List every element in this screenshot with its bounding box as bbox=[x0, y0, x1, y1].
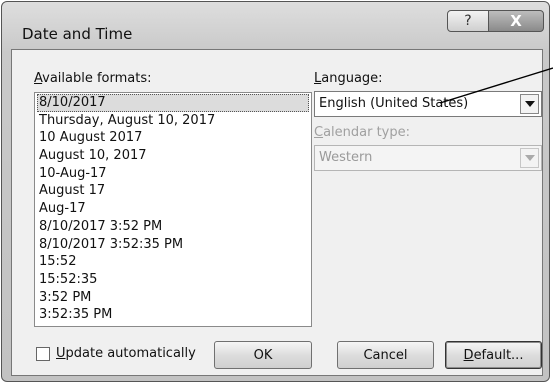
format-list-item[interactable]: 3:52:35 PM bbox=[35, 306, 311, 324]
language-value: English (United States) bbox=[319, 96, 469, 111]
close-icon: X bbox=[510, 12, 522, 30]
language-dropdown-arrow[interactable] bbox=[520, 94, 539, 114]
format-list-item[interactable]: 3:52 PM bbox=[35, 289, 311, 307]
date-time-dialog: Date and Time ? X Available formats: 8/1… bbox=[1, 1, 550, 382]
format-list-item[interactable]: 15:52 bbox=[35, 253, 311, 271]
ok-button[interactable]: OK bbox=[214, 341, 312, 369]
format-list-item[interactable]: Aug-17 bbox=[35, 200, 311, 218]
chevron-down-icon bbox=[524, 101, 535, 107]
calendar-type-dropdown: Western bbox=[314, 145, 542, 171]
dialog-title: Date and Time bbox=[22, 25, 133, 43]
help-icon: ? bbox=[464, 13, 472, 29]
language-label: Language: bbox=[314, 71, 383, 86]
update-automatically-label[interactable]: Update automatically bbox=[56, 346, 196, 361]
format-list-item[interactable]: 8/10/2017 3:52 PM bbox=[35, 218, 311, 236]
help-button[interactable]: ? bbox=[447, 10, 489, 32]
calendar-type-label: Calendar type: bbox=[314, 125, 411, 140]
close-button[interactable]: X bbox=[488, 10, 544, 32]
format-list-item[interactable]: 10 August 2017 bbox=[35, 129, 311, 147]
format-list-item[interactable]: 8/10/2017 bbox=[37, 94, 309, 112]
update-automatically-checkbox[interactable] bbox=[36, 347, 50, 361]
calendar-type-value: Western bbox=[319, 150, 373, 165]
cancel-button[interactable]: Cancel bbox=[337, 341, 434, 369]
chevron-down-icon bbox=[524, 155, 535, 161]
formats-list-items: 8/10/2017 Thursday, August 10, 2017 10 Aug… bbox=[35, 94, 311, 324]
format-list-item[interactable]: August 10, 2017 bbox=[35, 147, 311, 165]
available-formats-label: Available formats: bbox=[34, 71, 152, 86]
language-dropdown[interactable]: English (United States) bbox=[314, 91, 542, 117]
default-button[interactable]: Default... bbox=[445, 341, 542, 369]
format-list-item[interactable]: August 17 bbox=[35, 182, 311, 200]
format-list-item[interactable]: 8/10/2017 3:52:35 PM bbox=[35, 236, 311, 254]
format-list-item[interactable]: Thursday, August 10, 2017 bbox=[35, 112, 311, 130]
formats-list[interactable]: 8/10/2017 Thursday, August 10, 2017 10 Aug… bbox=[34, 92, 312, 327]
format-list-item[interactable]: 15:52:35 bbox=[35, 271, 311, 289]
dialog-body: Available formats: 8/10/2017 Thursday, Au… bbox=[11, 49, 543, 376]
calendar-dropdown-arrow bbox=[520, 148, 539, 168]
format-list-item[interactable]: 10-Aug-17 bbox=[35, 165, 311, 183]
